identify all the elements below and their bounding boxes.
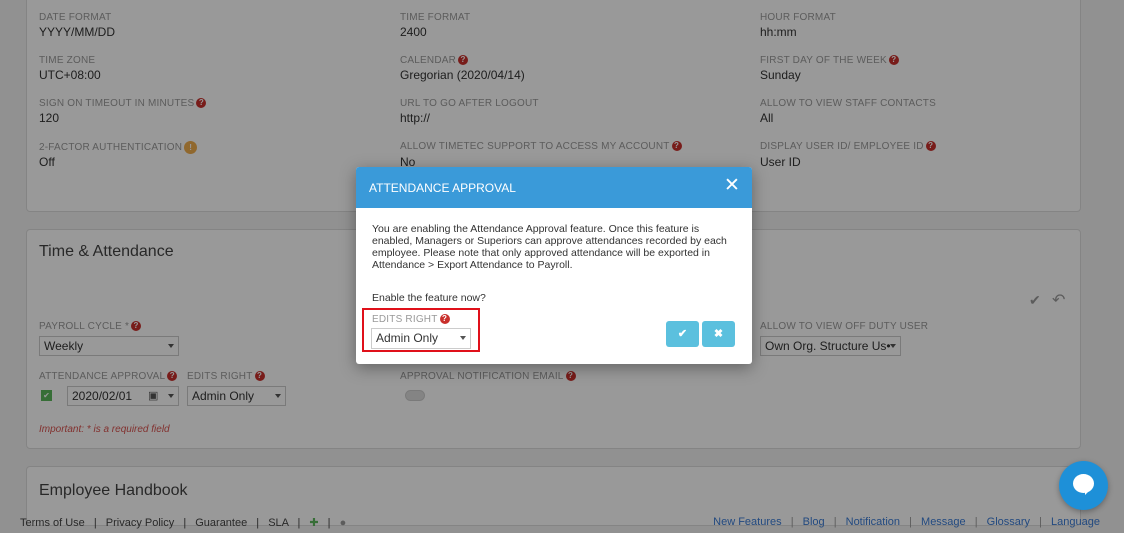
modal-edits-right-label-wrap: EDITS RIGHT? xyxy=(372,314,450,325)
close-icon[interactable]: ✕ xyxy=(724,176,740,196)
modal-edits-right-label: EDITS RIGHT xyxy=(372,314,438,325)
attendance-approval-modal: ATTENDANCE APPROVAL ✕ You are enabling t… xyxy=(356,167,752,364)
close-icon: ✖ xyxy=(713,328,724,340)
check-icon: ✔ xyxy=(677,328,688,340)
confirm-button[interactable]: ✔ xyxy=(666,321,699,347)
modal-question: Enable the feature now? xyxy=(372,292,486,304)
modal-edits-right-select[interactable]: Admin Only xyxy=(371,328,471,349)
modal-edits-right-value: Admin Only xyxy=(376,331,439,345)
modal-header: ATTENDANCE APPROVAL ✕ xyxy=(356,167,752,208)
chevron-down-icon xyxy=(460,336,466,340)
chat-button[interactable] xyxy=(1059,461,1108,510)
modal-title: ATTENDANCE APPROVAL xyxy=(369,181,516,195)
cancel-button[interactable]: ✖ xyxy=(702,321,735,347)
modal-body-text: You are enabling the Attendance Approval… xyxy=(372,223,727,271)
help-icon[interactable]: ? xyxy=(439,314,450,325)
chat-bubble-tail xyxy=(1085,489,1091,495)
